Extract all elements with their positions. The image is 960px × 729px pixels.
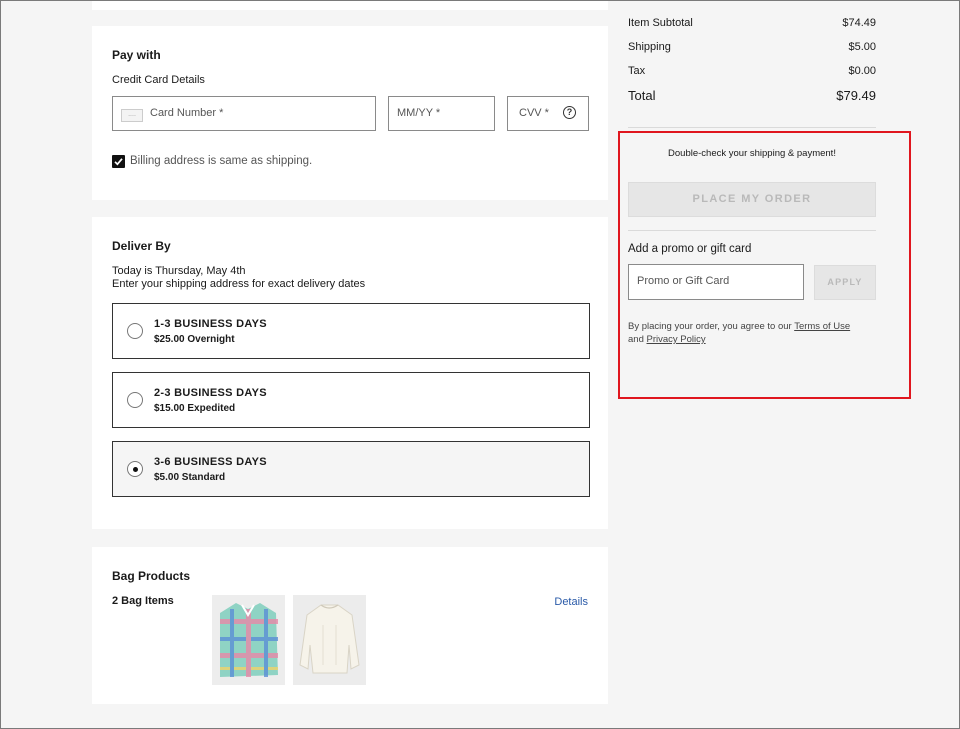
cvv-placeholder: CVV * xyxy=(519,107,549,119)
billing-same-label: Billing address is same as shipping. xyxy=(130,155,313,167)
delivery-option-title: 1-3 BUSINESS DAYS xyxy=(154,318,267,330)
delivery-instruction-text: Enter your shipping address for exact de… xyxy=(112,278,366,290)
subtotal-row: Item Subtotal $74.49 xyxy=(628,17,876,29)
pay-with-section: Pay with Credit Card Details .... Card N… xyxy=(92,26,608,200)
help-circle-icon[interactable]: ? xyxy=(563,106,576,119)
delivery-option-title: 3-6 BUSINESS DAYS xyxy=(154,456,267,468)
bag-items-count: 2 Bag Items xyxy=(112,595,174,607)
promo-code-input[interactable]: Promo or Gift Card xyxy=(628,264,804,300)
expiry-date-input[interactable]: MM/YY * xyxy=(388,96,495,131)
delivery-option-expedited[interactable]: 2-3 BUSINESS DAYS $15.00 Expedited xyxy=(112,372,590,428)
summary-divider xyxy=(628,127,876,128)
plaid-shirt-image[interactable] xyxy=(212,595,285,685)
expiry-placeholder: MM/YY * xyxy=(397,107,441,119)
delivery-option-price: $15.00 Expedited xyxy=(154,403,236,414)
bag-details-link[interactable]: Details xyxy=(554,596,588,608)
bag-products-section: Bag Products 2 Bag Items Details xyxy=(92,547,608,704)
promo-placeholder: Promo or Gift Card xyxy=(637,275,730,287)
radio-button[interactable] xyxy=(127,392,143,408)
total-label: Total xyxy=(628,88,656,103)
deliver-by-section: Deliver By Today is Thursday, May 4th En… xyxy=(92,217,608,529)
privacy-policy-link[interactable]: Privacy Policy xyxy=(647,334,706,345)
place-order-button[interactable]: PLACE MY ORDER xyxy=(628,182,876,217)
deliver-by-heading: Deliver By xyxy=(112,239,171,253)
double-check-notice: Double-check your shipping & payment! xyxy=(668,148,836,159)
previous-section-card xyxy=(92,0,608,10)
pay-with-heading: Pay with xyxy=(112,48,161,62)
tax-row: Tax $0.00 xyxy=(628,65,876,77)
tax-label: Tax xyxy=(628,65,646,77)
shipping-label: Shipping xyxy=(628,41,671,53)
delivery-option-overnight[interactable]: 1-3 BUSINESS DAYS $25.00 Overnight xyxy=(112,303,590,359)
apply-promo-button[interactable]: APPLY xyxy=(814,265,876,300)
today-date-text: Today is Thursday, May 4th xyxy=(112,265,246,277)
delivery-option-price: $25.00 Overnight xyxy=(154,334,235,345)
delivery-option-price: $5.00 Standard xyxy=(154,472,226,483)
white-blouse-icon xyxy=(293,595,366,685)
promo-divider xyxy=(628,230,876,231)
subtotal-value: $74.49 xyxy=(842,17,876,29)
white-blouse-image[interactable] xyxy=(293,595,366,685)
billing-same-checkbox[interactable] xyxy=(112,155,125,168)
cvv-input[interactable]: CVV * ? xyxy=(507,96,589,131)
credit-card-details-label: Credit Card Details xyxy=(112,74,205,86)
checkmark-icon xyxy=(114,158,123,166)
legal-text: By placing your order, you agree to our … xyxy=(628,320,888,346)
delivery-option-standard[interactable]: 3-6 BUSINESS DAYS $5.00 Standard xyxy=(112,441,590,497)
promo-heading: Add a promo or gift card xyxy=(628,243,752,255)
credit-card-icon: .... xyxy=(121,109,143,122)
radio-button[interactable] xyxy=(127,323,143,339)
plaid-shirt-icon xyxy=(212,595,285,685)
legal-and: and xyxy=(628,334,644,345)
shipping-row: Shipping $5.00 xyxy=(628,41,876,53)
delivery-option-title: 2-3 BUSINESS DAYS xyxy=(154,387,267,399)
radio-dot-icon xyxy=(133,467,138,472)
subtotal-label: Item Subtotal xyxy=(628,17,693,29)
legal-prefix: By placing your order, you agree to our xyxy=(628,321,792,332)
card-number-placeholder: Card Number * xyxy=(150,107,224,119)
terms-of-use-link[interactable]: Terms of Use xyxy=(794,321,850,332)
total-value: $79.49 xyxy=(836,88,876,103)
total-row: Total $79.49 xyxy=(628,88,876,103)
bag-products-heading: Bag Products xyxy=(112,569,191,583)
radio-button-selected[interactable] xyxy=(127,461,143,477)
tax-value: $0.00 xyxy=(848,65,876,77)
shipping-value: $5.00 xyxy=(848,41,876,53)
card-number-input[interactable]: .... Card Number * xyxy=(112,96,376,131)
